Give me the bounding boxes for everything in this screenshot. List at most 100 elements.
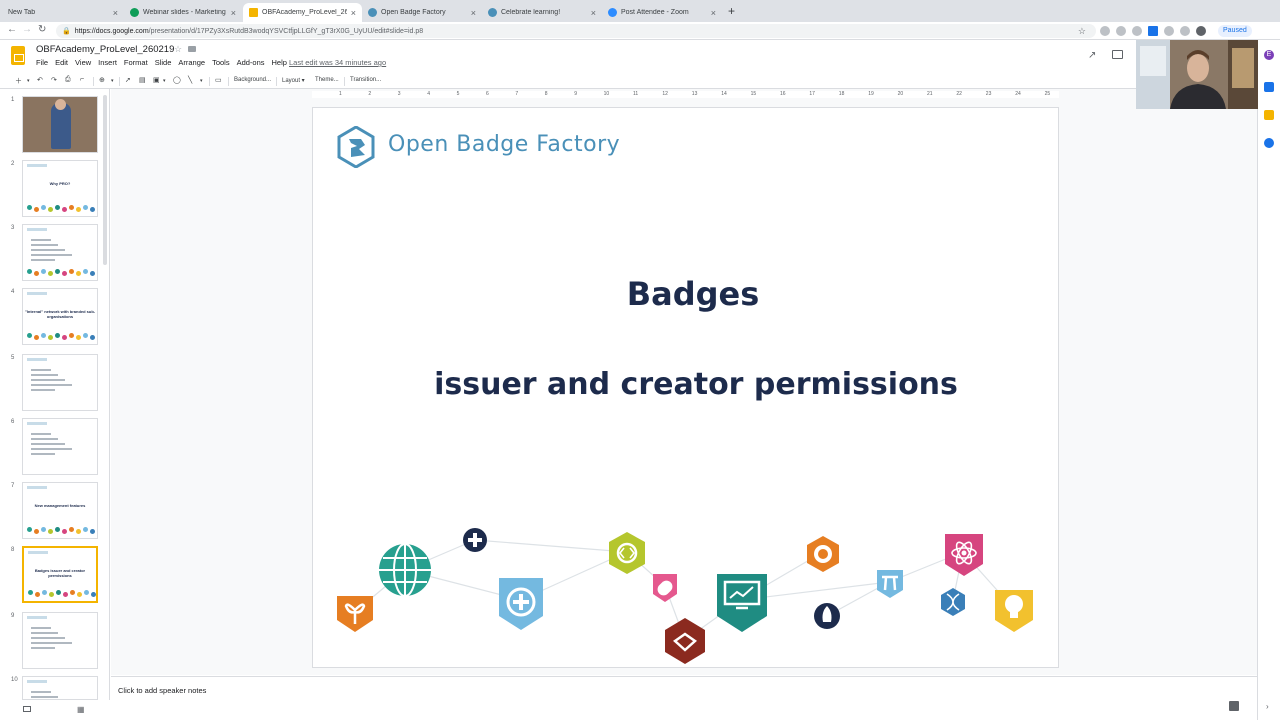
filmstrip-scrollbar[interactable] bbox=[103, 95, 107, 265]
chevron-right-icon[interactable]: › bbox=[1266, 702, 1269, 711]
chevron-down-icon[interactable]: ▾ bbox=[200, 78, 203, 84]
activity-trend-icon[interactable]: ↗ bbox=[1088, 50, 1096, 61]
background-button[interactable]: Background... bbox=[234, 77, 271, 83]
back-icon[interactable]: ← bbox=[7, 24, 17, 35]
badge-network-illustration bbox=[337, 528, 1033, 664]
close-icon[interactable]: × bbox=[471, 8, 476, 18]
slide-thumbnail[interactable] bbox=[22, 612, 98, 669]
speaker-notes-placeholder[interactable]: Click to add speaker notes bbox=[118, 686, 206, 695]
extension-icon[interactable] bbox=[1100, 26, 1110, 36]
menu-help[interactable]: Help bbox=[272, 58, 287, 67]
extension-icon[interactable] bbox=[1180, 26, 1190, 36]
keep-icon[interactable] bbox=[1264, 110, 1274, 120]
close-icon[interactable]: × bbox=[351, 8, 356, 18]
thumbnail-badge-row bbox=[27, 204, 95, 212]
calendar-icon[interactable] bbox=[1264, 82, 1274, 92]
menu-view[interactable]: View bbox=[75, 58, 91, 67]
chevron-down-icon[interactable]: ▾ bbox=[27, 78, 30, 84]
extension-icon[interactable] bbox=[1116, 26, 1126, 36]
document-title[interactable]: OBFAcademy_ProLevel_260219 bbox=[36, 44, 174, 55]
image-icon[interactable]: ▣ bbox=[153, 76, 160, 84]
list-view-icon[interactable] bbox=[23, 706, 31, 712]
grid-view-icon[interactable]: ▦ bbox=[77, 705, 85, 714]
tab-new-tab[interactable]: New Tab × bbox=[2, 3, 124, 22]
close-icon[interactable]: × bbox=[231, 8, 236, 18]
extension-icon[interactable] bbox=[1196, 26, 1206, 36]
slide-thumbnail[interactable] bbox=[22, 676, 98, 700]
menu-slide[interactable]: Slide bbox=[155, 58, 172, 67]
folder-icon[interactable] bbox=[188, 46, 196, 52]
bookmark-star-icon[interactable]: ☆ bbox=[1078, 26, 1086, 37]
layout-button[interactable]: Layout ▾ bbox=[282, 77, 305, 84]
slide-thumbnail-number: 5 bbox=[11, 355, 15, 361]
extension-icon[interactable] bbox=[1132, 26, 1142, 36]
menu-arrange[interactable]: Arrange bbox=[178, 58, 205, 67]
paint-format-icon[interactable]: ⌐ bbox=[80, 76, 84, 83]
slide-thumbnail[interactable] bbox=[22, 96, 98, 153]
slides-logo-icon[interactable] bbox=[11, 46, 25, 65]
slide-canvas[interactable]: Open Badge Factory Badges issuer and cre… bbox=[312, 107, 1059, 668]
ruler-tick-label: 21 bbox=[927, 91, 933, 97]
slide-thumbnail[interactable] bbox=[22, 418, 98, 475]
slide-title[interactable]: Badges bbox=[313, 275, 1058, 313]
line-icon[interactable]: ╲ bbox=[188, 76, 192, 84]
menu-addons[interactable]: Add-ons bbox=[237, 58, 265, 67]
tab-webinar-slides[interactable]: Webinar slides - Marketing - G × bbox=[124, 3, 242, 22]
extension-icon[interactable] bbox=[1148, 26, 1158, 36]
close-icon[interactable]: × bbox=[113, 8, 118, 18]
add-comment-icon[interactable]: ▭ bbox=[215, 76, 222, 84]
star-icon[interactable]: ☆ bbox=[174, 44, 182, 55]
slide-thumbnail[interactable]: Badges issuer and creator permissions bbox=[22, 546, 98, 603]
tab-obfacademy[interactable]: OBFAcademy_ProLevel_2602 × bbox=[243, 3, 362, 22]
close-icon[interactable]: × bbox=[711, 8, 716, 18]
shape-icon[interactable]: ◯ bbox=[173, 76, 181, 84]
presenter-video-overlay[interactable] bbox=[1136, 40, 1258, 109]
presenter-video-image bbox=[1136, 40, 1258, 109]
menu-edit[interactable]: Edit bbox=[55, 58, 68, 67]
slide-thumbnail[interactable] bbox=[22, 354, 98, 411]
tab-zoom[interactable]: Post Attendee - Zoom × bbox=[602, 3, 722, 22]
slide-thumbnail[interactable]: Why PRO? bbox=[22, 160, 98, 217]
account-avatar[interactable]: E bbox=[1264, 50, 1274, 60]
slide-thumbnail[interactable]: New management features bbox=[22, 482, 98, 539]
select-cursor-icon[interactable]: ➚ bbox=[125, 76, 131, 84]
text-box-icon[interactable]: ▤ bbox=[139, 76, 146, 84]
chevron-down-icon[interactable]: ▾ bbox=[111, 78, 114, 84]
menu-tools[interactable]: Tools bbox=[212, 58, 230, 67]
menu-file[interactable]: File bbox=[36, 58, 48, 67]
menu-format[interactable]: Format bbox=[124, 58, 148, 67]
divider bbox=[209, 77, 210, 86]
chevron-down-icon[interactable]: ▾ bbox=[163, 78, 166, 84]
tab-celebrate-learning[interactable]: Celebrate learning! × bbox=[482, 3, 602, 22]
new-slide-icon[interactable]: ＋ bbox=[15, 76, 22, 86]
ruler-tick-label: 15 bbox=[750, 91, 757, 97]
explore-icon[interactable] bbox=[1229, 701, 1239, 711]
thumbnail-badge-row bbox=[28, 589, 96, 597]
address-bar[interactable]: 🔒 https://docs.google.com /presentation/… bbox=[56, 24, 1096, 38]
forward-icon[interactable]: → bbox=[22, 24, 32, 35]
undo-icon[interactable]: ↶ bbox=[37, 76, 43, 84]
comment-icon[interactable] bbox=[1112, 50, 1123, 59]
transition-button[interactable]: Transition... bbox=[350, 77, 381, 83]
menu-insert[interactable]: Insert bbox=[98, 58, 117, 67]
last-edit-link[interactable]: Last edit was 34 minutes ago bbox=[289, 58, 386, 67]
reload-icon[interactable]: ↻ bbox=[38, 24, 46, 35]
print-icon[interactable]: ⎙ bbox=[65, 76, 71, 84]
zoom-icon[interactable]: ⊕ bbox=[99, 76, 105, 84]
theme-button[interactable]: Theme... bbox=[315, 77, 339, 83]
slide-subtitle[interactable]: issuer and creator permissions bbox=[313, 367, 1058, 402]
redo-icon[interactable]: ↷ bbox=[51, 76, 57, 84]
extension-icon[interactable] bbox=[1164, 26, 1174, 36]
thumbnail-badge-row bbox=[27, 332, 95, 340]
close-icon[interactable]: × bbox=[591, 8, 596, 18]
speaker-notes-panel[interactable]: Click to add speaker notes bbox=[111, 676, 1257, 720]
url-path: /presentation/d/17PZy3XsRutdB3wodqYSVCtf… bbox=[148, 27, 424, 35]
slide-thumbnail[interactable]: "Internal" network with branded sub-orga… bbox=[22, 288, 98, 345]
slide-thumbnail[interactable] bbox=[22, 224, 98, 281]
new-tab-button[interactable]: + bbox=[728, 4, 735, 18]
profile-paused-badge[interactable]: Paused bbox=[1218, 25, 1252, 37]
tab-open-badge-factory[interactable]: Open Badge Factory × bbox=[362, 3, 482, 22]
thumbnail-text-line bbox=[31, 637, 65, 639]
globe-badge-icon bbox=[379, 543, 431, 597]
tasks-icon[interactable] bbox=[1264, 138, 1274, 148]
